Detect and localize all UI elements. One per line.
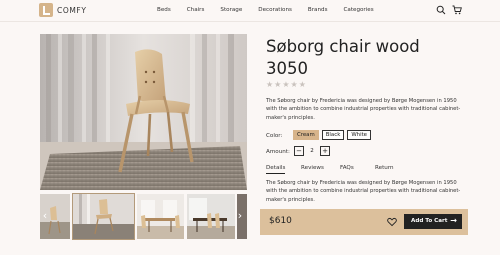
arrow-right-icon: → (450, 216, 457, 225)
rating-stars: ★★★★★ (266, 80, 307, 89)
color-option-black[interactable]: Black (321, 130, 345, 140)
color-option-white[interactable]: White (347, 130, 372, 140)
product-main-image (40, 34, 247, 190)
nav-beds[interactable]: Beds (157, 7, 171, 13)
color-label: Color: (266, 133, 283, 139)
color-options: Cream Black White (293, 130, 374, 140)
chevron-right-icon[interactable]: › (235, 208, 245, 224)
increase-button[interactable]: + (320, 146, 330, 156)
quantity-value[interactable]: 2 (304, 148, 320, 154)
logo-text: COMFY (57, 5, 87, 15)
main-nav: Beds Chairs Storage Decorations Brands C… (157, 7, 390, 13)
purchase-bar: $610 Add To Cart → (260, 209, 468, 235)
cart-icon[interactable] (452, 5, 462, 15)
product-description: The Søborg chair by Fredericia was desig… (266, 98, 461, 121)
site-header: COMFY Beds Chairs Storage Decorations Br… (0, 0, 500, 22)
tab-return[interactable]: Return (375, 165, 394, 171)
search-icon[interactable] (436, 5, 446, 15)
quantity-stepper: − 2 + (294, 146, 330, 156)
color-option-cream[interactable]: Cream (293, 130, 319, 140)
thumbnail-2[interactable] (72, 193, 135, 240)
thumbnail-3[interactable] (137, 194, 184, 239)
product-title: Søborg chair wood 3050 (266, 37, 420, 78)
nav-categories[interactable]: Categories (343, 7, 373, 13)
product-tabs: Details Reviews FAQs Return (266, 165, 466, 175)
comfy-logo-icon (39, 3, 53, 17)
tab-reviews[interactable]: Reviews (301, 165, 324, 171)
nav-brands[interactable]: Brands (308, 7, 328, 13)
thumbnail-gallery: ‹ › (40, 193, 247, 240)
nav-chairs[interactable]: Chairs (187, 7, 205, 13)
chevron-left-icon[interactable]: ‹ (40, 208, 50, 224)
nav-decorations[interactable]: Decorations (258, 7, 292, 13)
tab-content: The Søborg chair by Fredericia was desig… (266, 180, 461, 203)
thumbnail-4[interactable] (187, 194, 235, 239)
tab-details[interactable]: Details (266, 165, 286, 174)
chair-photo (40, 34, 247, 190)
nav-storage[interactable]: Storage (220, 7, 242, 13)
heart-icon[interactable] (387, 217, 397, 227)
tab-faqs[interactable]: FAQs (340, 165, 354, 171)
amount-label: Amount: (266, 149, 290, 155)
product-price: $610 (269, 216, 292, 226)
add-to-cart-label: Add To Cart (411, 218, 448, 224)
add-to-cart-button[interactable]: Add To Cart → (404, 214, 462, 229)
decrease-button[interactable]: − (294, 146, 304, 156)
logo[interactable]: COMFY (39, 3, 87, 17)
